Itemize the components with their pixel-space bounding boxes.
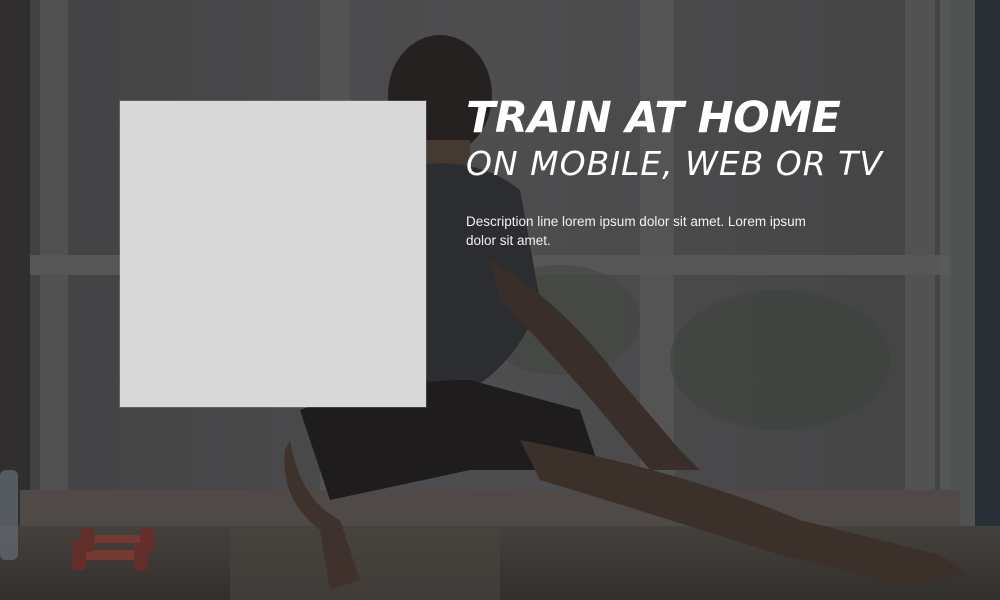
hero-copy: TRAIN AT HOME ON MOBILE, WEB OR TV Descr… bbox=[466, 94, 946, 250]
hero-description: Description line lorem ipsum dolor sit a… bbox=[466, 214, 806, 248]
hero-title: TRAIN AT HOME bbox=[466, 93, 841, 143]
hero-subtitle: ON MOBILE, WEB OR TV bbox=[466, 144, 883, 183]
image-placeholder bbox=[120, 101, 426, 407]
hero-section: TRAIN AT HOME ON MOBILE, WEB OR TV Descr… bbox=[0, 0, 1000, 600]
